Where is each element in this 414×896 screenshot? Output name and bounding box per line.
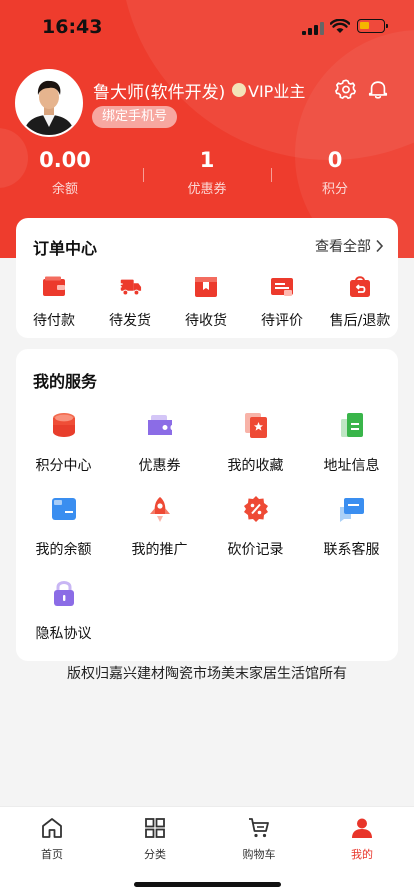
service-label: 积分中心 [35,458,92,474]
tab-category[interactable]: 分类 [115,816,195,862]
service-label: 隐私协议 [35,626,92,642]
copyright-text: 版权归嘉兴建材陶瓷市场美末家居生活馆所有 [67,666,347,682]
wallet-icon [43,276,65,296]
service-points-center[interactable]: 积分中心 [16,411,111,475]
order-center-title: 订单中心 [33,239,98,258]
order-pending-review[interactable]: 待评价 [244,276,320,330]
service-label: 优惠券 [138,458,181,474]
bell-icon[interactable] [367,78,389,100]
stat-value: 1 [199,148,215,172]
tab-label: 首页 [41,848,63,861]
order-center-card: 订单中心 查看全部 待付款 待发货 待收货 待评价 售后/退款 [16,218,398,338]
avatar[interactable] [15,69,83,137]
person-icon [352,818,372,838]
wifi-icon [330,19,350,33]
service-label: 我的余额 [35,542,92,558]
order-label: 待付款 [33,313,75,329]
service-balance[interactable]: 我的余额 [16,495,111,559]
account-stats: 0.00 余额 1 优惠券 0 积分 [0,148,414,208]
services-card: 我的服务 积分中心 优惠券 我的收藏 地址信息 我的余额 我的推广 砍价记录 联… [16,349,398,661]
tab-home[interactable]: 首页 [12,816,92,862]
address-book-icon [340,413,363,437]
vip-status: VIP业主 [232,78,305,102]
service-customer-support[interactable]: 联系客服 [304,495,399,559]
service-coupons[interactable]: 优惠券 [112,411,207,475]
stat-label: 余额 [51,182,78,197]
stat-label: 积分 [321,182,348,197]
order-after-sales[interactable]: 售后/退款 [322,276,398,330]
refund-bag-icon [350,276,370,297]
settings-icon[interactable] [335,78,357,100]
stat-value: 0.00 [39,148,91,172]
order-label: 待评价 [261,313,303,329]
service-promotion[interactable]: 我的推广 [112,495,207,559]
truck-icon [118,279,142,296]
grid-icon [145,818,165,838]
order-pending-receipt[interactable]: 待收货 [168,276,244,330]
card-icon [51,498,76,520]
coins-icon [52,413,75,437]
star-card-icon [244,413,267,438]
service-label: 我的推广 [131,542,188,558]
service-label: 砍价记录 [227,542,284,558]
order-pending-shipment[interactable]: 待发货 [92,276,168,330]
service-bargain-records[interactable]: 砍价记录 [208,495,303,559]
service-address[interactable]: 地址信息 [304,411,399,475]
stat-value: 0 [327,148,343,172]
status-time: 16:43 [42,16,103,38]
lock-icon [53,581,74,606]
tab-cart[interactable]: 购物车 [219,816,299,862]
service-label: 联系客服 [323,542,380,558]
view-all-label: 查看全部 [315,239,371,255]
order-label: 待发货 [109,313,151,329]
stat-coupons[interactable]: 1 优惠券 [142,148,272,197]
vip-label: VIP业主 [248,82,306,101]
tab-label: 我的 [351,848,373,861]
service-privacy-policy[interactable]: 隐私协议 [16,579,111,643]
tab-label: 购物车 [242,848,276,861]
order-pending-payment[interactable]: 待付款 [16,276,92,330]
order-label: 售后/退款 [329,313,391,329]
tab-label: 分类 [144,848,166,861]
signal-icon [302,22,324,35]
stat-balance[interactable]: 0.00 余额 [0,148,130,197]
review-icon [271,278,293,296]
status-bar: 16:43 [0,0,414,54]
tab-mine[interactable]: 我的 [322,816,402,862]
discount-icon [243,496,268,522]
home-indicator[interactable] [134,882,281,887]
service-favorites[interactable]: 我的收藏 [208,411,303,475]
chevron-right-icon [376,239,384,253]
username: 鲁大师(软件开发) [93,83,226,103]
service-label: 地址信息 [323,458,380,474]
services-title: 我的服务 [33,372,98,391]
cart-icon [249,818,269,838]
order-label: 待收货 [185,313,227,329]
home-icon [42,818,62,838]
stat-points[interactable]: 0 积分 [270,148,400,197]
stat-label: 优惠券 [187,182,227,197]
chat-icon [339,498,364,522]
service-label: 我的收藏 [227,458,284,474]
rocket-icon [149,497,170,522]
view-all-orders-link[interactable]: 查看全部 [315,236,384,256]
package-icon [195,277,217,297]
battery-icon [357,19,388,33]
coupon-icon [147,415,172,435]
bind-phone-button[interactable]: 绑定手机号 [92,106,178,128]
vip-badge-icon [232,83,246,97]
